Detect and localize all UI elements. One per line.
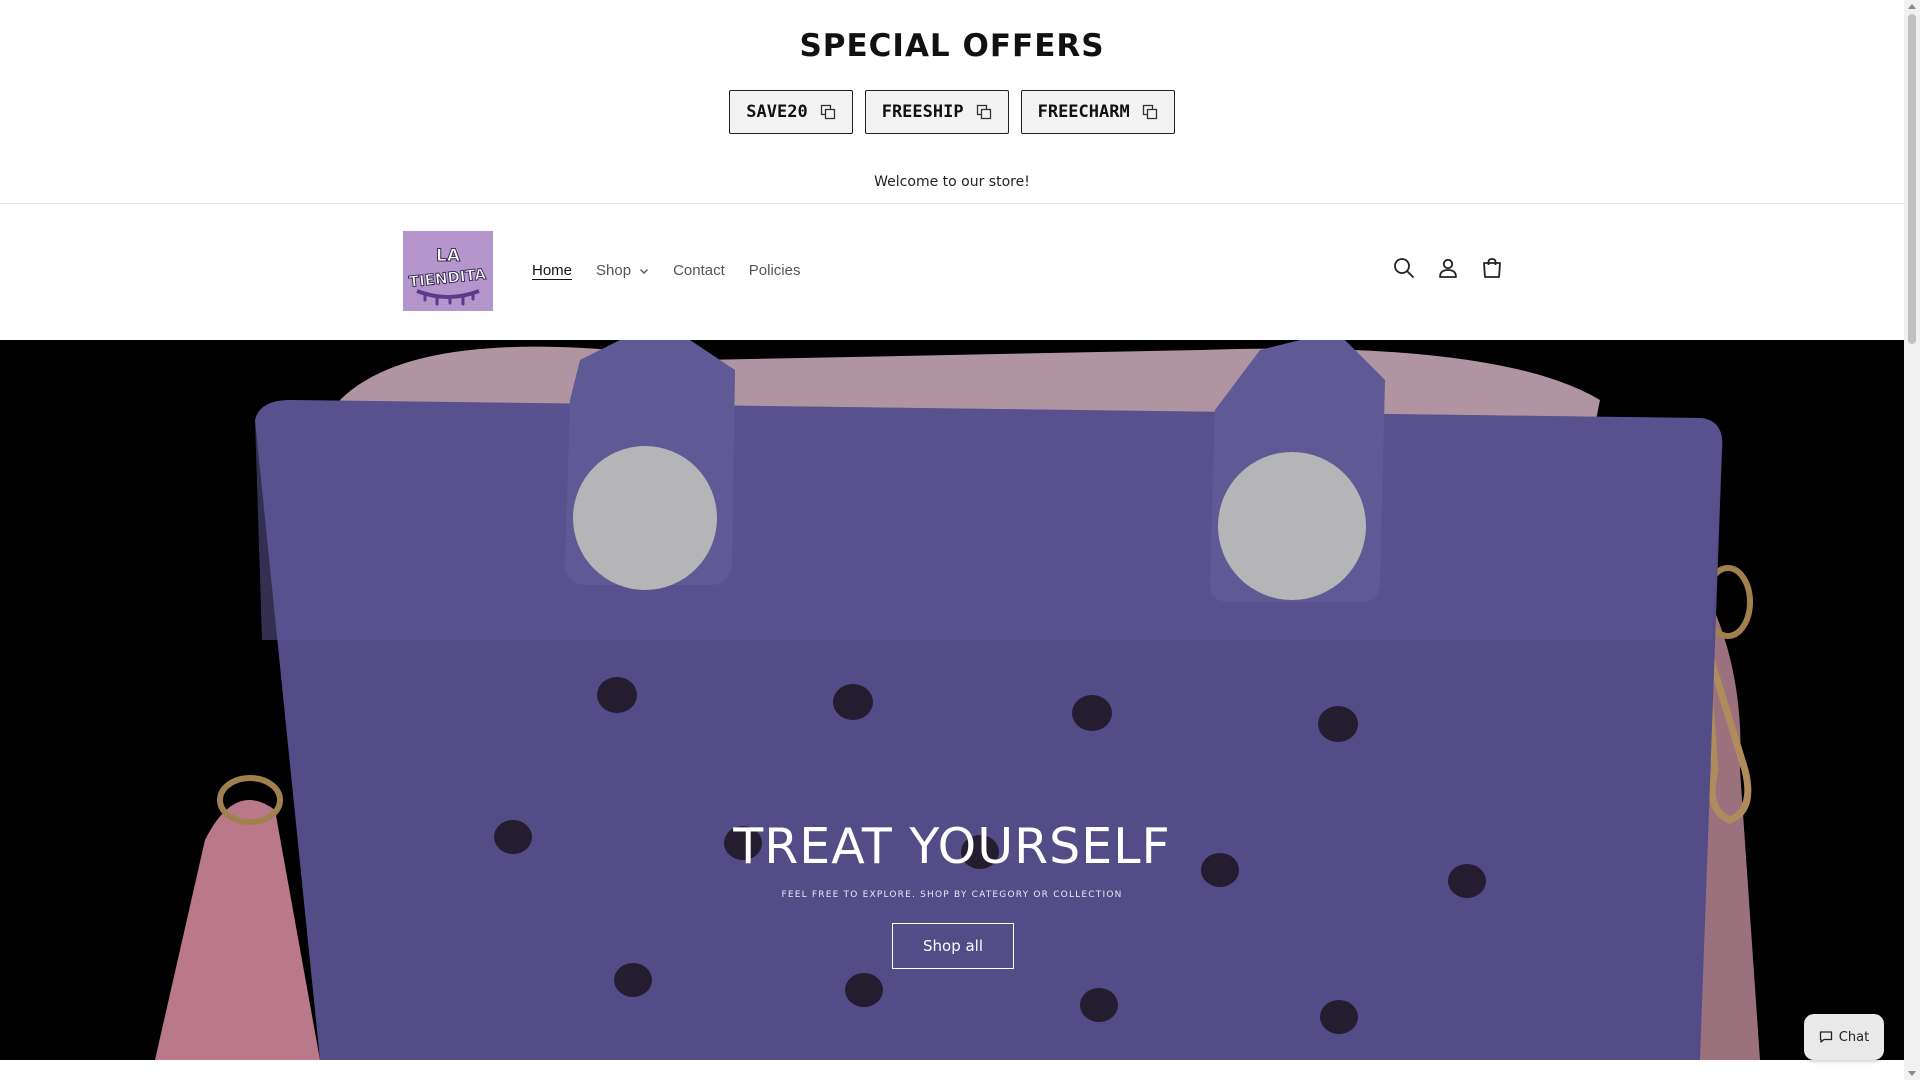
discount-code-label: FREESHIP [881, 102, 964, 122]
nav-policies[interactable]: Policies [749, 262, 801, 279]
main-nav: Home Shop Contact Policies [532, 262, 824, 279]
account-icon[interactable] [1436, 256, 1460, 280]
special-offers-bar: SPECIAL OFFERS SAVE20 FREESHIP FREECHARM [0, 0, 1904, 165]
chat-button[interactable]: Chat [1804, 1014, 1884, 1060]
page-scrollbar[interactable] [1904, 0, 1920, 1080]
copy-icon [976, 104, 991, 120]
hero-title: TREAT YOURSELF [733, 818, 1171, 875]
logo-graphic: LA TIENDITA [403, 231, 493, 311]
nav-label: Home [532, 262, 573, 279]
announcement-text: Welcome to our store! [874, 174, 1030, 190]
shop-all-button[interactable]: Shop all [892, 923, 1014, 969]
discount-code-label: SAVE20 [746, 102, 808, 122]
discount-code-freecharm[interactable]: FREECHARM [1020, 90, 1175, 134]
discount-code-save20[interactable]: SAVE20 [729, 90, 853, 134]
header-icons [1392, 256, 1504, 280]
nav-label: Policies [748, 262, 801, 279]
search-icon[interactable] [1392, 256, 1416, 280]
discount-code-label: FREECHARM [1037, 102, 1130, 122]
chevron-down-icon [640, 268, 649, 274]
hero-banner: TREAT YOURSELF FEEL FREE TO EXPLORE. SHO… [0, 340, 1904, 1060]
nav-label: Contact [673, 262, 725, 279]
copy-icon [820, 104, 835, 120]
discount-code-freeship[interactable]: FREESHIP [864, 90, 1009, 134]
svg-text:LA: LA [436, 246, 461, 266]
special-offers-title: SPECIAL OFFERS [799, 28, 1105, 64]
discount-codes: SAVE20 FREESHIP FREECHARM [0, 90, 1904, 134]
scroll-down-arrow[interactable] [1908, 1071, 1916, 1076]
site-header: LA TIENDITA Home Shop Contact Policies [0, 204, 1904, 340]
hero-subtitle: FEEL FREE TO EXPLORE. SHOP BY CATEGORY O… [781, 890, 1123, 900]
nav-shop[interactable]: Shop [596, 262, 649, 279]
store-logo[interactable]: LA TIENDITA [403, 231, 493, 311]
copy-icon [1142, 104, 1157, 120]
nav-label: Shop [596, 262, 632, 279]
scroll-up-arrow[interactable] [1908, 4, 1916, 9]
cart-icon[interactable] [1480, 256, 1504, 280]
chat-label: Chat [1838, 1029, 1870, 1045]
nav-home[interactable]: Home [532, 262, 572, 279]
scrollbar-thumb[interactable] [1908, 14, 1916, 344]
chat-bubble-icon [1819, 1031, 1832, 1043]
nav-contact[interactable]: Contact [673, 262, 725, 279]
